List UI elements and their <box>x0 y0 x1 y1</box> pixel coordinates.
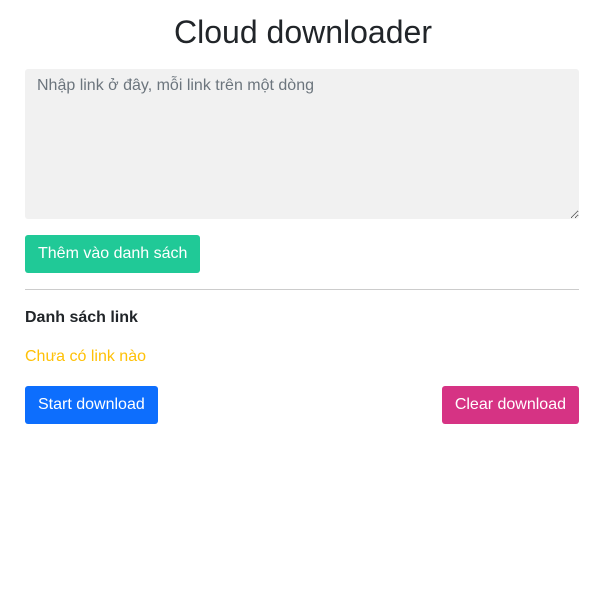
clear-download-button[interactable]: Clear download <box>441 386 579 424</box>
link-list-heading: Danh sách link <box>25 309 138 326</box>
links-input[interactable] <box>25 69 579 219</box>
empty-list-message: Chưa có link nào <box>25 348 146 365</box>
start-download-button[interactable]: Start download <box>25 386 158 424</box>
divider <box>25 289 579 290</box>
page-title: Cloud downloader <box>174 14 432 50</box>
add-to-list-button[interactable]: Thêm vào danh sách <box>25 235 201 273</box>
